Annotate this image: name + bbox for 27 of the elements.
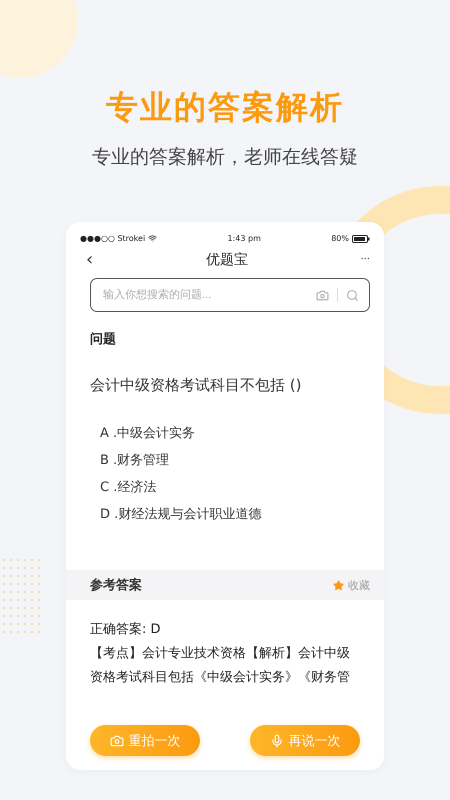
answer-title: 参考答案 bbox=[90, 576, 142, 594]
carrier: ●●●○○ Strokei bbox=[80, 234, 146, 243]
screen-title: 优题宝 bbox=[206, 250, 248, 268]
star-icon bbox=[333, 580, 344, 590]
answer-text: 资格考试科目包括《中级会计实务》《财务管 bbox=[90, 669, 351, 686]
answer-option[interactable]: D .财经法规与会计职业道德 bbox=[100, 506, 384, 524]
camera-icon[interactable] bbox=[316, 288, 329, 302]
search-field[interactable]: 输入你想搜索的问题... bbox=[90, 278, 370, 312]
wifi-icon bbox=[148, 234, 158, 243]
answer-text: 【考点】会计专业技术资格【解析】会计中级 bbox=[90, 645, 351, 662]
section-label: 问题 bbox=[90, 331, 117, 348]
headline: 专业的答案解析 bbox=[106, 87, 344, 128]
more-button[interactable]: ··· bbox=[360, 254, 370, 265]
answer-option[interactable]: B .财务管理 bbox=[100, 452, 384, 470]
back-button[interactable]: ‹ bbox=[86, 249, 94, 270]
answer-option[interactable]: A .中级会计实务 bbox=[100, 425, 384, 443]
camera-icon bbox=[110, 734, 124, 748]
subtitle: 专业的答案解析，老师在线答疑 bbox=[92, 145, 358, 170]
answer-text: 正确答案: D bbox=[90, 621, 162, 638]
clock: 1:43 pm bbox=[228, 234, 261, 243]
battery-icon bbox=[352, 234, 370, 242]
search-input[interactable]: 输入你想搜索的问题... bbox=[101, 288, 308, 302]
answer-option[interactable]: C .经济法 bbox=[100, 479, 384, 497]
search-icon[interactable] bbox=[346, 288, 359, 302]
microphone-icon bbox=[270, 734, 284, 748]
question-text: 会计中级资格考试科目不包括 () bbox=[90, 376, 302, 395]
battery-level: 80% bbox=[331, 234, 349, 243]
